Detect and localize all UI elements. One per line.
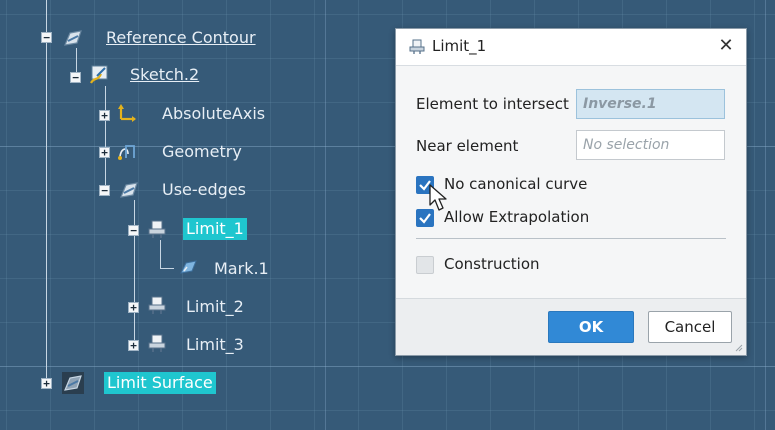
resize-grip-icon[interactable] [735, 344, 743, 352]
near-element-label: Near element [416, 137, 519, 155]
tree-line [105, 86, 106, 190]
dialog-footer: OK Cancel [396, 298, 746, 355]
surface-icon [62, 372, 84, 394]
tree-node-label: Sketch.2 [130, 65, 200, 84]
expand-toggle[interactable]: + [128, 302, 139, 313]
near-element-field[interactable]: No selection [576, 130, 725, 160]
expand-toggle[interactable]: + [128, 340, 139, 351]
tree-node-label: Limit_2 [186, 297, 244, 316]
limit-icon [409, 39, 425, 54]
surface-icon [64, 30, 82, 46]
axis-icon [118, 104, 136, 122]
limit-icon [148, 296, 166, 314]
tree-node-label: Limit_1 [183, 218, 247, 240]
limit-icon [148, 334, 166, 352]
collapse-toggle[interactable]: − [70, 72, 81, 83]
tree-node-label: AbsoluteAxis [162, 104, 266, 123]
grid-line [0, 366, 775, 367]
geometry-icon [118, 145, 135, 160]
divider [416, 238, 726, 239]
element-to-intersect-label: Element to intersect [416, 95, 569, 113]
dialog-titlebar[interactable]: Limit_1 ✕ [396, 29, 746, 66]
allow-extrapolation-label: Allow Extrapolation [444, 208, 590, 226]
sketch-icon [90, 65, 108, 84]
tree-line [160, 268, 174, 269]
tree-line [134, 200, 135, 345]
tree-node-label: Reference Contour [106, 28, 256, 47]
cancel-button[interactable]: Cancel [648, 311, 732, 343]
element-to-intersect-field[interactable]: Inverse.1 [576, 89, 725, 119]
tree-node-label: Use-edges [162, 180, 246, 199]
tree-node-label: Mark.1 [214, 259, 269, 278]
tree-line [46, 0, 47, 378]
collapse-toggle[interactable]: − [99, 185, 110, 196]
no-canonical-curve-label: No canonical curve [444, 175, 588, 193]
use-edges-icon [120, 182, 138, 198]
ok-button[interactable]: OK [548, 311, 634, 343]
expand-toggle[interactable]: + [41, 378, 52, 389]
tree-line [160, 240, 161, 268]
construction-checkbox[interactable] [416, 256, 434, 274]
dialog-title: Limit_1 [432, 37, 487, 55]
construction-label: Construction [444, 255, 540, 273]
close-icon[interactable]: ✕ [716, 35, 736, 56]
mouse-cursor-icon [429, 184, 447, 211]
tree-node-label: Limit Surface [104, 372, 216, 394]
limit-icon [148, 220, 166, 238]
tree-node-label: Geometry [162, 142, 242, 161]
expand-toggle[interactable]: + [99, 110, 110, 121]
mark-icon [180, 260, 197, 274]
collapse-toggle[interactable]: − [41, 32, 52, 43]
expand-toggle[interactable]: + [99, 147, 110, 158]
tree-node-label: Limit_3 [186, 335, 244, 354]
collapse-toggle[interactable]: − [128, 225, 139, 236]
